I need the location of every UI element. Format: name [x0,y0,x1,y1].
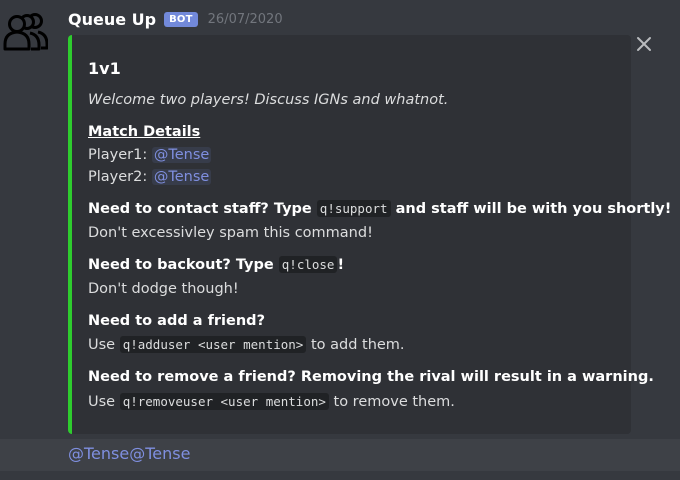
field-value-text: Use [88,337,116,353]
adduser-command-code: q!adduser <user mention> [119,336,307,353]
footer-mentions[interactable]: @Tense@Tense [68,444,190,463]
field-backout-value: Don't dodge though! [88,281,239,297]
field-value-text: to remove them. [333,394,455,410]
embed-title: 1v1 [88,59,121,78]
player2-line: Player2: @Tense [88,169,212,185]
player1-mention[interactable]: @Tense [151,147,212,163]
timestamp: 26/07/2020 [207,11,283,27]
field-name-text: Need to backout? Type [88,257,274,273]
embed-description: Welcome two players! Discuss IGNs and wh… [88,92,449,108]
removeuser-command-code: q!removeuser <user mention> [119,393,329,410]
message-header: Queue Up BOT 26/07/2020 [68,7,283,31]
field-name-text: and staff will be with you shortly! [395,201,672,217]
player2-label: Player2: [88,169,148,185]
people-group-icon [3,13,49,51]
field-remove-friend-value: Use q!removeuser <user mention> to remov… [88,393,455,410]
embed: 1v1 Welcome two players! Discuss IGNs an… [68,35,671,434]
match-details-heading: Match Details [88,124,201,140]
close-icon[interactable] [634,34,654,54]
close-command-code: q!close [278,256,338,273]
field-backout-name: Need to backout? Type q!close! [88,256,345,273]
field-add-friend-value: Use q!adduser <user mention> to add them… [88,336,405,353]
bot-badge: BOT [164,11,198,27]
field-add-friend-name: Need to add a friend? [88,313,265,329]
field-value-text: to add them. [310,337,405,353]
close-icon-glyph [637,37,651,51]
field-remove-friend-name: Need to remove a friend? Removing the ri… [88,369,654,385]
field-name-text: ! [337,257,345,273]
player2-mention[interactable]: @Tense [151,169,212,185]
avatar[interactable] [2,12,49,52]
field-contact-staff-name: Need to contact staff? Type q!support an… [88,200,672,217]
field-name-text: Need to contact staff? Type [88,201,312,217]
field-value-text: Use [88,394,116,410]
support-command-code: q!support [316,200,391,217]
username[interactable]: Queue Up [68,10,156,29]
field-contact-staff-value: Don't excessivley spam this command! [88,225,373,241]
player1-line: Player1: @Tense [88,147,212,163]
player1-label: Player1: [88,147,148,163]
